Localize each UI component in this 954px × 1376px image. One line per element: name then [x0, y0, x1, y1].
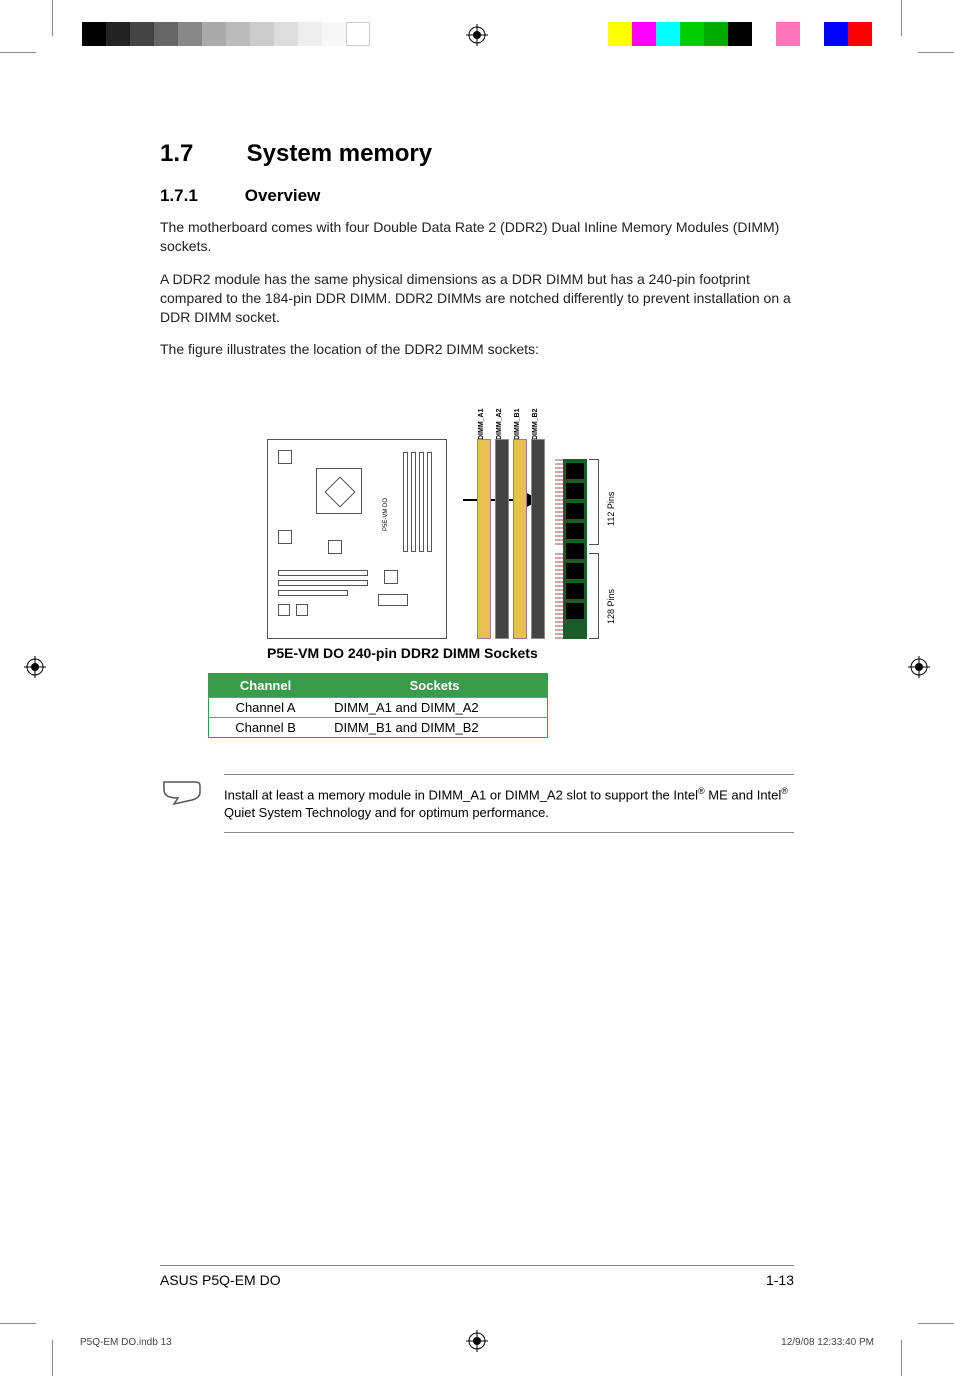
- pin-count-label: 128 Pins: [606, 589, 616, 624]
- print-timestamp: 12/9/08 12:33:40 PM: [781, 1337, 874, 1348]
- crop-mark: [901, 0, 902, 36]
- dimm-location-figure: P5E-VM DO DIMM_A1 DIMM_A2 DIMM_B1 DIMM_B…: [267, 379, 687, 661]
- figure-caption: P5E-VM DO 240-pin DDR2 DIMM Sockets: [267, 645, 687, 661]
- footer-page-number: 1-13: [766, 1272, 794, 1288]
- note-text: Install at least a memory module in DIMM…: [224, 774, 794, 832]
- crop-mark: [0, 52, 36, 53]
- channel-sockets-table: Channel Sockets Channel A DIMM_A1 and DI…: [208, 673, 548, 738]
- table-cell: Channel B: [209, 718, 323, 738]
- color-calibration-bar: [584, 22, 872, 46]
- grayscale-calibration-bar: [82, 22, 370, 46]
- crop-mark: [918, 52, 954, 53]
- print-metadata-footer: P5Q-EM DO.indb 13 12/9/08 12:33:40 PM: [80, 1337, 874, 1348]
- dimm-module-diagram: 112 Pins 128 Pins: [555, 459, 587, 639]
- crop-mark: [918, 1323, 954, 1324]
- board-model-label: P5E-VM DO: [383, 498, 389, 531]
- cpu-socket-icon: [316, 468, 362, 514]
- subsection-title: Overview: [245, 186, 321, 205]
- registration-mark-icon: [908, 656, 930, 678]
- crop-mark: [901, 1340, 902, 1376]
- dimm-slot-label: DIMM_B1: [514, 409, 521, 441]
- table-cell: DIMM_B1 and DIMM_B2: [322, 718, 547, 738]
- section-number: 1.7: [160, 140, 240, 168]
- crop-mark: [52, 0, 53, 36]
- footer-product-name: ASUS P5Q-EM DO: [160, 1272, 281, 1288]
- registration-mark-icon: [24, 656, 46, 678]
- registration-mark-icon: [466, 24, 488, 46]
- section-heading: 1.7 System memory: [160, 140, 794, 168]
- dimm-slot-label: DIMM_B2: [532, 409, 539, 441]
- note-icon: [160, 774, 204, 813]
- table-header: Channel: [209, 674, 323, 698]
- page-footer: ASUS P5Q-EM DO 1-13: [160, 1265, 794, 1288]
- subsection-heading: 1.7.1 Overview: [160, 186, 794, 206]
- dimm-sockets-icon: [403, 452, 432, 552]
- page-content: 1.7 System memory 1.7.1 Overview The mot…: [60, 60, 894, 1316]
- note-callout: Install at least a memory module in DIMM…: [160, 774, 794, 832]
- dimm-slot-label: DIMM_A2: [496, 409, 503, 441]
- crop-mark: [0, 1323, 36, 1324]
- body-paragraph: The motherboard comes with four Double D…: [160, 218, 794, 256]
- table-cell: DIMM_A1 and DIMM_A2: [322, 698, 547, 718]
- dimm-closeup-diagram: DIMM_A1 DIMM_A2 DIMM_B1 DIMM_B2: [477, 399, 587, 639]
- motherboard-diagram: P5E-VM DO: [267, 439, 447, 639]
- pin-count-label: 112 Pins: [606, 492, 616, 526]
- table-row: Channel B DIMM_B1 and DIMM_B2: [209, 718, 548, 738]
- body-paragraph: The figure illustrates the location of t…: [160, 340, 794, 359]
- body-paragraph: A DDR2 module has the same physical dime…: [160, 270, 794, 327]
- print-filename: P5Q-EM DO.indb 13: [80, 1337, 172, 1348]
- table-header: Sockets: [322, 674, 547, 698]
- table-row: Channel A DIMM_A1 and DIMM_A2: [209, 698, 548, 718]
- section-title: System memory: [247, 140, 432, 167]
- table-cell: Channel A: [209, 698, 323, 718]
- subsection-number: 1.7.1: [160, 186, 240, 206]
- dimm-slot-label: DIMM_A1: [478, 409, 485, 441]
- crop-mark: [52, 1340, 53, 1376]
